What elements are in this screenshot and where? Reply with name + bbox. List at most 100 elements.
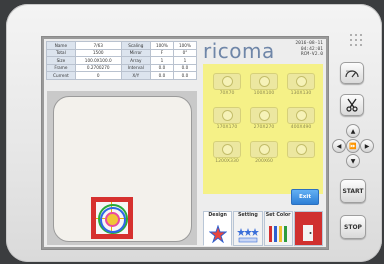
frame-size-button[interactable]: 130X130 <box>285 72 317 100</box>
design-canvas[interactable] <box>47 91 197 245</box>
stop-label: STOP <box>344 223 362 231</box>
setting-stars-icon <box>234 221 261 243</box>
frame-glyph <box>258 76 270 87</box>
touch-screen: Name 7/63 Scaling 100% 100% Total 1500 Mirror F 0… <box>44 39 326 247</box>
frame-400-icon <box>287 107 315 124</box>
info-cell: 0° <box>172 48 198 57</box>
tab-setting[interactable]: Setting <box>233 211 263 246</box>
info-cell: Size <box>46 56 76 65</box>
frame-130-icon <box>287 73 315 90</box>
tab-exit-door[interactable] <box>293 211 323 246</box>
info-cell: F <box>149 48 174 57</box>
info-cell: 0 <box>74 71 122 80</box>
frame-270-icon <box>250 107 278 124</box>
frame-glyph <box>295 144 307 155</box>
frame-size-button[interactable]: 170X170 <box>211 106 243 134</box>
frame-size-panel: 70X70 100X100 130X130 170X170 270X270 400X490… <box>203 64 323 194</box>
tab-design-label: Design <box>208 213 227 218</box>
info-cell: Scaling <box>120 41 151 50</box>
frame-glyph <box>258 144 270 155</box>
frame-size-label: 100X100 <box>253 91 275 96</box>
info-cell: Array <box>120 56 151 65</box>
info-cell: 0.0 <box>149 71 174 80</box>
info-row: Name 7/63 Scaling 100% 100% <box>46 41 198 50</box>
frame-size-label: 400X490 <box>290 125 312 130</box>
frame-glyph <box>221 76 233 87</box>
status-date: 2016-08-11 <box>295 41 323 46</box>
tab-exit-door-label <box>295 212 322 213</box>
info-cell: Frame <box>46 63 76 72</box>
status-version: RCM-V2.0 <box>300 52 323 58</box>
design-info-table: Name 7/63 Scaling 100% 100% Total 1500 Mirror F 0… <box>46 41 198 80</box>
frame-size-label: 1200X330 <box>215 159 239 164</box>
frame-blank-icon <box>287 141 315 158</box>
frame-size-button[interactable]: 270X270 <box>248 106 280 134</box>
start-label: START <box>342 187 364 195</box>
frame-size-label: 170X170 <box>216 125 238 130</box>
design-boundary[interactable] <box>91 197 133 239</box>
speed-dial-button[interactable]: rpm <box>340 62 364 84</box>
exit-door-icon <box>295 221 322 243</box>
arrow-right-button[interactable]: ▶ <box>360 139 374 153</box>
frame-size-button[interactable]: 1200X330 <box>211 140 243 168</box>
exit-button[interactable]: Exit <box>291 189 319 205</box>
center-motif <box>105 212 120 227</box>
frame-glyph <box>295 76 307 87</box>
arrow-up-button[interactable]: ▲ <box>346 124 360 138</box>
info-cell: 0.2700270 <box>74 63 122 72</box>
speed-gauge-icon: rpm <box>345 69 359 78</box>
frame-size-label: 130X130 <box>290 91 312 96</box>
machine-panel: Name 7/63 Scaling 100% 100% Total 1500 Mirror F 0… <box>6 4 382 262</box>
info-cell: Interval <box>120 63 151 72</box>
design-preview <box>96 202 128 234</box>
speaker-grille-icon <box>350 34 366 48</box>
arrow-down-button[interactable]: ▼ <box>346 154 360 168</box>
trim-button[interactable] <box>340 94 364 116</box>
frame-200-icon <box>250 141 278 158</box>
info-cell: 100% <box>149 41 174 50</box>
info-cell: 1 <box>149 56 174 65</box>
info-row: Frame 0.2700270 Interval 0.0 0.0 <box>46 63 198 72</box>
screen-bezel: Name 7/63 Scaling 100% 100% Total 1500 Mirror F 0… <box>41 36 329 250</box>
frame-size-button[interactable]: 100X100 <box>248 72 280 100</box>
tab-set-color[interactable]: Set Color <box>263 211 293 246</box>
frame-size-button[interactable]: 200X60 <box>248 140 280 168</box>
start-button[interactable]: START <box>340 179 366 203</box>
info-cell: 1500 <box>74 48 122 57</box>
frame-size-label: 200X60 <box>255 159 273 164</box>
tab-design[interactable]: Design <box>203 211 233 246</box>
design-star-icon <box>204 221 231 243</box>
svg-text:rpm: rpm <box>346 69 352 73</box>
frame-glyph <box>295 110 307 121</box>
info-cell: Total <box>46 48 76 57</box>
info-cell: Name <box>46 41 76 50</box>
frame-glyph <box>221 144 233 155</box>
frame-size-label: 70X70 <box>219 91 235 96</box>
info-row: Size 100.0X100.0 Array 1 1 <box>46 56 198 65</box>
frame-size-button[interactable] <box>285 140 317 168</box>
fast-forward-button[interactable]: ⏩ <box>346 139 360 153</box>
info-cell: 0.0 <box>172 71 198 80</box>
info-cell: 100% <box>172 41 198 50</box>
stop-button[interactable]: STOP <box>340 215 366 239</box>
info-row: Total 1500 Mirror F 0° <box>46 48 198 57</box>
frame-size-button[interactable]: 400X490 <box>285 106 317 134</box>
frame-170-icon <box>213 107 241 124</box>
tab-set-color-label: Set Color <box>265 213 291 218</box>
frame-size-button[interactable]: 70X70 <box>211 72 243 100</box>
info-cell: Current <box>46 71 76 80</box>
arrow-left-button[interactable]: ◀ <box>332 139 346 153</box>
bottom-tab-bar: Design Setting Set Color <box>203 211 323 246</box>
tab-setting-label: Setting <box>237 213 258 218</box>
info-cell: 1 <box>172 56 198 65</box>
info-cell: 7/63 <box>74 41 122 50</box>
info-cell: X/Y <box>120 71 151 80</box>
info-cell: 0.0 <box>172 63 198 72</box>
info-row: Current 0 X/Y 0.0 0.0 <box>46 71 198 80</box>
color-bars-icon <box>265 221 292 243</box>
brand-logo: ricoma <box>203 39 275 63</box>
status-readout: 2016-08-11 04:42:01 RCM-V2.0 <box>295 41 323 58</box>
frame-glyph <box>221 110 233 121</box>
frame-70-icon <box>213 73 241 90</box>
info-cell: 100.0X100.0 <box>74 56 122 65</box>
